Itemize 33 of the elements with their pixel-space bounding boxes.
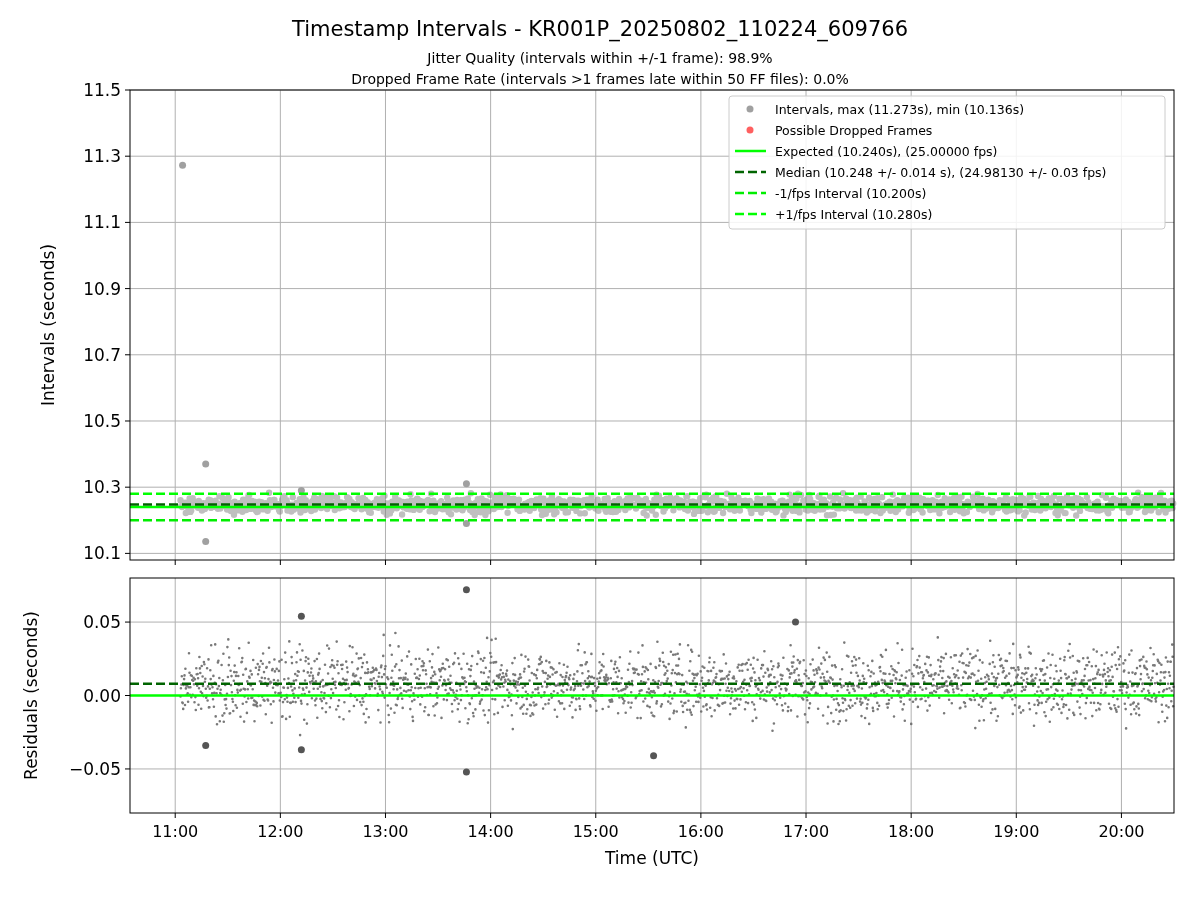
legend-label: Possible Dropped Frames	[775, 122, 933, 138]
axis-tick-label: 16:00	[677, 822, 724, 841]
axis-tick-label: 0.00	[83, 685, 121, 706]
axis-tick-label: 20:00	[1098, 822, 1145, 841]
axis-tick-label: 10.5	[83, 411, 121, 431]
axis-tick-label: 10.9	[83, 278, 121, 299]
axis-tick-label: 11.3	[83, 146, 121, 167]
legend-label: Median (10.248 +/- 0.014 s), (24.98130 +/- 0.03 fps)	[775, 164, 1107, 180]
axis-tick-label: 18:00	[888, 822, 935, 841]
legend-label: -1/fps Interval (10.200s)	[775, 185, 927, 201]
axis-tick-label: 10.3	[83, 477, 121, 498]
axis-tick-label: 11.5	[83, 80, 121, 100]
chart-title: Timestamp Intervals - KR001P_20250802_110224_609766	[292, 17, 908, 41]
chart-subtitle: Jitter Quality (intervals within +/-1 frame): 98.9%	[427, 50, 773, 66]
legend-label: Expected (10.240s), (25.00000 fps)	[775, 143, 998, 159]
axis-tick-label: 13:00	[362, 822, 409, 841]
axis-tick-label: 14:00	[467, 822, 514, 841]
axis-tick-label: 11.1	[83, 212, 121, 233]
axis-tick-label: 15:00	[572, 822, 619, 841]
legend-label: Intervals, max (11.273s), min (10.136s)	[775, 101, 1025, 117]
axis-tick-label: 19:00	[993, 822, 1040, 841]
axis-tick-label: 0.05	[83, 612, 121, 633]
axis-tick-label: −0.05	[68, 758, 121, 779]
axis-tick-label: 10.7	[83, 344, 121, 365]
axis-label: Time (UTC)	[605, 848, 699, 868]
legend-label: +1/fps Interval (10.280s)	[775, 206, 933, 222]
axis-label: Intervals (seconds)	[38, 243, 58, 407]
axis-label: Residuals (seconds)	[21, 611, 41, 780]
chart-subtitle: Dropped Frame Rate (intervals >1 frames late within 50 FF files): 0.0%	[351, 71, 849, 87]
axis-tick-label: 11:00	[152, 822, 199, 841]
axis-tick-label: 17:00	[782, 822, 830, 841]
axis-tick-label: 10.1	[83, 543, 121, 564]
axis-tick-label: 12:00	[257, 822, 304, 841]
